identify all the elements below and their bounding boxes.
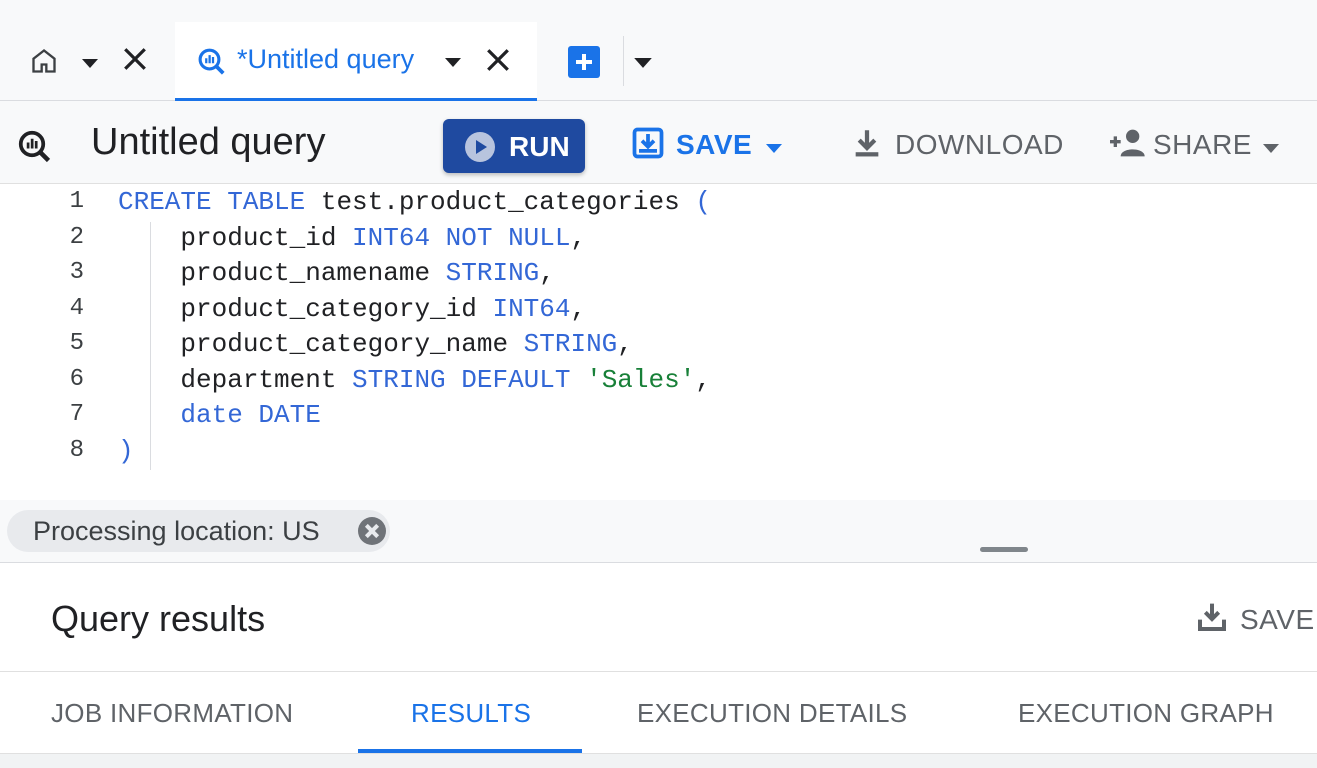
close-icon[interactable]: [122, 46, 148, 77]
line-number: 5: [69, 330, 84, 357]
code-keyword: STRING: [523, 329, 618, 359]
query-icon: [197, 47, 227, 82]
code-text: product_category_name: [118, 329, 524, 359]
sql-editor[interactable]: 1 2 3 4 5 6 7 8 CREATE TABLE test.produc…: [0, 184, 1317, 500]
code-keyword: STRING DEFAULT: [352, 365, 587, 395]
tab-home[interactable]: [0, 20, 168, 101]
code-line[interactable]: ): [118, 436, 134, 466]
code-text: ,: [617, 329, 633, 359]
download-label: DOWNLOAD: [895, 129, 1064, 160]
save-icon: [630, 125, 666, 166]
code-paren: ): [118, 436, 134, 466]
line-number: 8: [69, 437, 84, 464]
chevron-down-icon[interactable]: [445, 55, 461, 73]
page-title: Untitled query: [91, 121, 326, 163]
code-line[interactable]: CREATE TABLE test.product_categories (: [118, 187, 711, 217]
code-text: product_id: [118, 223, 353, 253]
query-icon: [17, 129, 53, 170]
new-tab-icon[interactable]: [568, 46, 600, 78]
code-keyword: INT64: [492, 294, 571, 324]
chevron-down-icon[interactable]: [634, 56, 652, 74]
tab-execution-graph[interactable]: EXECUTION GRAPH: [1018, 698, 1274, 729]
code-line[interactable]: department STRING DEFAULT 'Sales',: [118, 365, 711, 395]
code-keyword: STRING: [445, 258, 540, 288]
results-body: [0, 754, 1317, 768]
code-line[interactable]: product_category_name STRING,: [118, 329, 633, 359]
line-number-gutter: 1 2 3 4 5 6 7 8: [0, 184, 100, 500]
code-keyword: INT64 NOT NULL: [352, 223, 571, 253]
code-paren: (: [695, 187, 711, 217]
results-tabs: JOB INFORMATION RESULTS EXECUTION DETAIL…: [0, 672, 1317, 754]
code-string: 'Sales': [586, 365, 696, 395]
play-icon: [465, 132, 495, 162]
home-icon[interactable]: [30, 47, 58, 80]
line-number: 4: [69, 295, 84, 322]
code-text: ,: [570, 294, 587, 324]
share-label: SHARE: [1153, 129, 1252, 160]
code-line[interactable]: product_id INT64 NOT NULL,: [118, 223, 586, 253]
code-text: product_namename: [118, 258, 446, 288]
download-icon: [850, 125, 884, 166]
add-person-icon: [1106, 127, 1146, 164]
results-title: Query results: [51, 598, 266, 639]
line-number: 3: [69, 259, 84, 286]
chevron-down-icon[interactable]: [1263, 141, 1279, 159]
editor-footer: Processing location: US: [0, 500, 1317, 563]
processing-location-label: Processing location: US: [33, 516, 320, 546]
line-number: 2: [69, 224, 84, 251]
line-number: 7: [69, 401, 84, 428]
code-line[interactable]: product_namename STRING,: [118, 258, 555, 288]
run-label: RUN: [509, 131, 570, 162]
save-results-icon: [1196, 600, 1228, 639]
divider: [623, 36, 624, 86]
processing-location-chip[interactable]: Processing location: US: [7, 510, 390, 552]
active-tab-indicator: [358, 749, 582, 753]
line-number: 1: [69, 188, 84, 215]
tab-label: *Untitled query: [237, 44, 415, 74]
resize-handle[interactable]: [980, 547, 1028, 552]
chevron-down-icon[interactable]: [82, 56, 98, 74]
code-line[interactable]: date DATE: [118, 400, 321, 430]
tab-untitled-query[interactable]: *Untitled query: [175, 22, 537, 101]
tab-job-information[interactable]: JOB INFORMATION: [51, 698, 293, 729]
tab-execution-details[interactable]: EXECUTION DETAILS: [637, 698, 907, 729]
code-text: ,: [539, 258, 555, 288]
code-text: ,: [695, 365, 711, 395]
line-number: 6: [69, 366, 84, 393]
save-label: SAVE: [676, 129, 753, 160]
code-text: product_category_id: [118, 294, 493, 324]
code-text: ,: [570, 223, 587, 253]
code-text: test.product_categories: [305, 187, 696, 217]
chevron-down-icon[interactable]: [766, 141, 782, 159]
tab-results[interactable]: RESULTS: [411, 698, 531, 729]
code-keyword: date DATE: [118, 400, 321, 430]
code-line[interactable]: product_category_id INT64,: [118, 294, 586, 324]
query-toolbar: Untitled query RUN SAVE DOWNLOAD SHARE: [0, 101, 1317, 184]
code-keyword: CREATE TABLE: [118, 187, 306, 217]
tab-strip: *Untitled query: [0, 0, 1317, 101]
code-text: department: [118, 365, 353, 395]
results-header: Query results SAVE: [0, 564, 1317, 672]
save-results-label: SAVE: [1240, 604, 1315, 635]
close-icon[interactable]: [485, 47, 511, 78]
close-icon[interactable]: [358, 517, 386, 545]
run-button[interactable]: RUN: [443, 119, 585, 173]
